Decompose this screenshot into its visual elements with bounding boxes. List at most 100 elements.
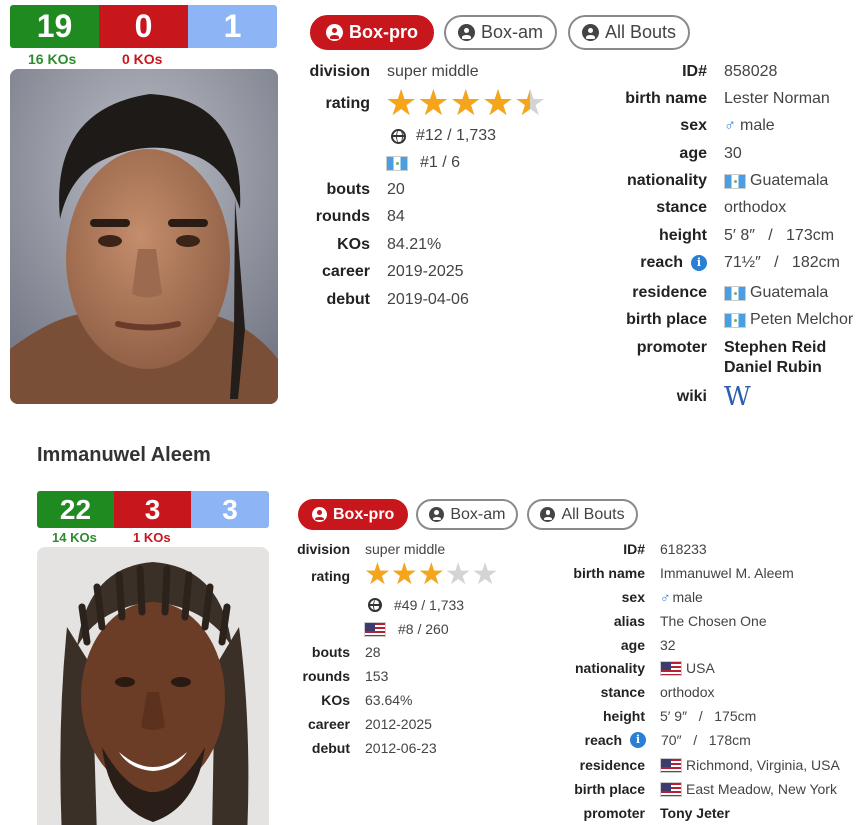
- boxer-name-heading[interactable]: Immanuwel Aleem: [37, 444, 211, 467]
- reach-label: reach: [584, 732, 622, 748]
- star-empty-icon: ★★: [471, 558, 499, 591]
- tab-all-bouts-label: All Bouts: [605, 22, 677, 42]
- stance-label: stance: [656, 199, 707, 216]
- user-circle-icon: [540, 507, 556, 522]
- tab-box-am[interactable]: Box-am: [416, 499, 519, 530]
- birth-name-label: birth name: [573, 565, 645, 581]
- birth-place-row: birth place East Meadow, New York: [515, 780, 837, 798]
- record-bar: 22 3 3: [37, 491, 269, 528]
- info-icon[interactable]: i: [630, 732, 646, 748]
- residence-row: residence Richmond, Virginia, USA: [515, 756, 840, 774]
- division-row: division super middle: [280, 62, 479, 82]
- info-icon[interactable]: i: [691, 255, 707, 271]
- flag-usa-icon: [660, 781, 682, 797]
- tab-all-bouts[interactable]: All Bouts: [527, 499, 638, 530]
- birth-place-value[interactable]: East Meadow, New York: [686, 781, 837, 797]
- world-rank-row[interactable]: #12 / 1,733: [391, 126, 496, 146]
- nationality-value[interactable]: USA: [686, 660, 715, 676]
- tab-box-pro[interactable]: Box-pro: [310, 15, 434, 50]
- bouts-label: bouts: [326, 181, 370, 198]
- win-kos: 14 KOs: [52, 530, 97, 545]
- age-value: 32: [660, 637, 676, 653]
- promoter-label: promoter: [636, 339, 707, 356]
- rounds-row: rounds 84: [280, 207, 405, 227]
- boxer-card-2: 22 3 3 14 KOs 1 KOs Box-pro Box-am All B…: [0, 488, 861, 825]
- birth-name-value: Immanuwel M. Aleem: [660, 565, 794, 581]
- sex-row: sex ♂ male: [557, 116, 774, 136]
- residence-row: residence Guatemala: [557, 283, 828, 303]
- boxer-portrait-image: [10, 69, 278, 404]
- losses-count: 0: [99, 5, 188, 48]
- globe-icon: [391, 128, 406, 144]
- residence-value[interactable]: Richmond, Virginia, USA: [686, 757, 840, 773]
- kos-row: KOs 63.64%: [270, 691, 412, 709]
- star-full-icon: ★ ★: [364, 558, 391, 591]
- career-value: 2019-2025: [387, 263, 464, 280]
- flag-guatemala-icon: [386, 155, 408, 171]
- tab-box-pro-label: Box-pro: [349, 22, 418, 42]
- star-full-icon: ★ ★: [449, 82, 482, 123]
- kos-value: 63.64%: [365, 692, 413, 708]
- height-row: height 5′ 9″ / 175cm: [515, 707, 756, 725]
- sex-label: sex: [680, 117, 707, 134]
- debut-value: 2012-06-23: [365, 740, 437, 756]
- national-rank-row[interactable]: #1 / 6: [386, 153, 460, 173]
- birth-name-label: birth name: [625, 90, 707, 107]
- losses-count: 3: [114, 491, 191, 528]
- male-icon: ♂: [724, 117, 736, 134]
- birth-name-row: birth name Lester Norman: [557, 89, 830, 109]
- record-type-tabs: Box-pro Box-am All Bouts: [310, 15, 691, 50]
- boxer-portrait-image: [37, 547, 269, 825]
- birth-place-label: birth place: [574, 781, 645, 797]
- id-label: ID#: [682, 63, 707, 80]
- career-label: career: [321, 263, 370, 280]
- residence-value[interactable]: Guatemala: [750, 284, 828, 302]
- debut-label: debut: [326, 291, 370, 308]
- stance-value: orthodox: [660, 684, 715, 700]
- division-value: super middle: [387, 63, 479, 80]
- wins-count: 19: [10, 5, 99, 48]
- wikipedia-icon[interactable]: W: [724, 382, 751, 412]
- wins-count: 22: [37, 491, 114, 528]
- tab-box-am[interactable]: Box-am: [444, 15, 558, 50]
- world-rank-row[interactable]: #49 / 1,733: [368, 596, 464, 614]
- birth-name-value: Lester Norman: [724, 90, 830, 107]
- rounds-value: 84: [387, 208, 405, 225]
- id-value: 858028: [724, 63, 778, 80]
- draws-count: 1: [188, 5, 277, 48]
- promoter-link[interactable]: Daniel Rubin: [724, 359, 822, 377]
- star-full-icon: ★ ★: [390, 558, 418, 591]
- tab-box-pro[interactable]: Box-pro: [298, 499, 409, 530]
- boxer-photo: [37, 547, 269, 825]
- flag-guatemala-icon: [724, 285, 746, 301]
- record-type-tabs: Box-pro Box-am All Bouts: [298, 499, 638, 530]
- residence-label: residence: [579, 757, 645, 773]
- national-rank: #1 / 6: [420, 154, 461, 171]
- flag-usa-icon: [660, 757, 682, 773]
- national-rank-row[interactable]: #8 / 260: [364, 620, 449, 638]
- kos-label: KOs: [337, 236, 370, 253]
- star-half-icon: ★★: [514, 82, 547, 123]
- star-full-icon: ★ ★: [417, 558, 445, 591]
- user-circle-icon: [312, 507, 327, 522]
- promoter-link[interactable]: Stephen Reid: [724, 339, 826, 357]
- id-row: ID# 618233: [515, 540, 707, 558]
- birth-place-label: birth place: [626, 311, 707, 328]
- rounds-label: rounds: [315, 208, 370, 225]
- bouts-value: 20: [387, 181, 405, 198]
- alias-row: alias The Chosen One: [515, 612, 767, 630]
- alias-label: alias: [613, 613, 645, 629]
- kos-row: KOs 84.21%: [280, 235, 441, 255]
- tab-all-bouts[interactable]: All Bouts: [568, 15, 691, 50]
- nationality-row: nationality USA: [515, 659, 715, 677]
- rating-row: rating: [280, 94, 370, 114]
- id-row: ID# 858028: [557, 62, 777, 82]
- nationality-value[interactable]: Guatemala: [750, 172, 828, 190]
- promoter-link[interactable]: Tony Jeter: [660, 805, 730, 821]
- height-row: height 5′ 8″ / 173cm: [557, 226, 834, 246]
- promoter-label: promoter: [583, 805, 645, 821]
- star-full-icon: ★ ★: [417, 82, 450, 123]
- alias-value: The Chosen One: [660, 613, 767, 629]
- record-bar: 19 0 1: [10, 5, 277, 48]
- birth-place-value[interactable]: Peten Melchor: [750, 311, 853, 329]
